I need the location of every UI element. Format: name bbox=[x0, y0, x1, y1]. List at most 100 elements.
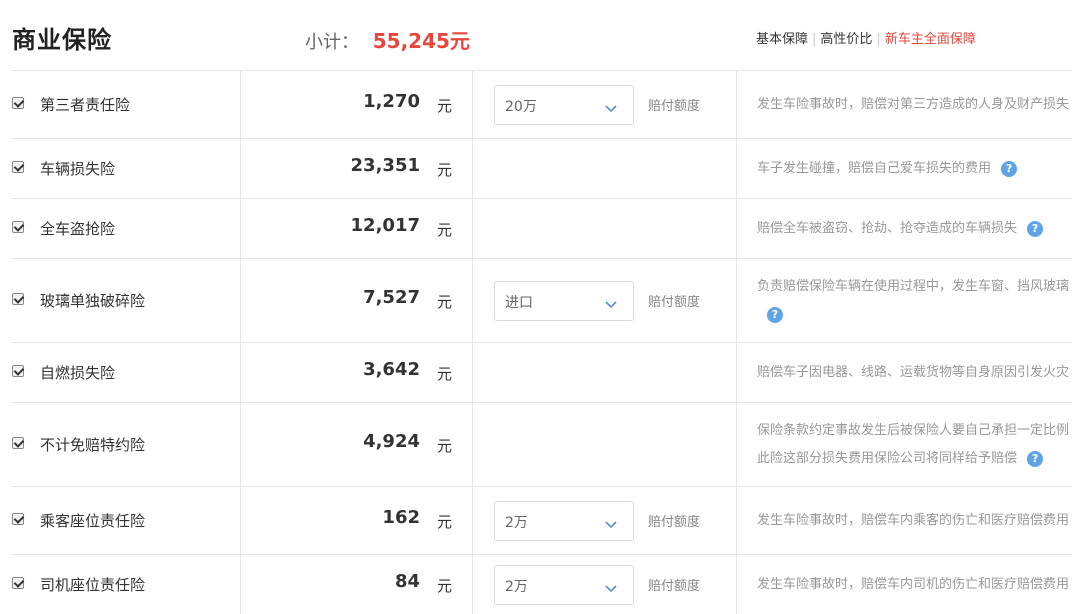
description-cell: 车子发生碰撞，赔偿自己爱车损失的费用? bbox=[737, 139, 1072, 198]
description-text: 发生车险事故时，赔偿车内司机的伤亡和医疗赔偿费用 bbox=[757, 577, 1070, 592]
checked-checkbox-icon[interactable] bbox=[12, 513, 24, 525]
link-separator: | bbox=[812, 32, 817, 47]
description-cell: 发生车险事故时，赔偿车内司机的伤亡和医疗赔偿费用 bbox=[737, 555, 1072, 614]
premium-unit: 元 bbox=[436, 513, 452, 531]
premium-unit: 元 bbox=[436, 365, 452, 383]
checked-checkbox-icon[interactable] bbox=[12, 437, 24, 449]
question-mark-icon[interactable]: ? bbox=[1027, 220, 1044, 237]
coverage-amount-select[interactable]: 20万 bbox=[494, 85, 634, 125]
option-cell bbox=[473, 199, 737, 258]
description-text: 此险这部分损失费用保险公司将同样给予赔偿 bbox=[757, 451, 1018, 466]
checked-checkbox-icon[interactable] bbox=[12, 97, 24, 109]
premium-cell: 84 元 bbox=[241, 555, 473, 614]
description-cell: 发生车险事故时，赔偿对第三方造成的人身及财产损失 bbox=[737, 71, 1072, 138]
table-row: 不计免赔特约险 4,924 元 保险条款约定事故发生后被保险人要自己承担一定比例 此险这… bbox=[12, 403, 1072, 487]
coverage-name: 第三者责任险 bbox=[40, 96, 131, 114]
coverage-description: 发生车险事故时，赔偿车内司机的伤亡和医疗赔偿费用 bbox=[757, 571, 1069, 599]
select-value: 20万 bbox=[505, 99, 537, 115]
premium-unit: 元 bbox=[436, 293, 452, 311]
description-text: 赔偿全车被盗窃、抢劫、抢夺造成的车辆损失 bbox=[757, 221, 1018, 236]
option-cell: 20万 赔付额度 bbox=[473, 71, 737, 138]
coverage-description: 发生车险事故时，赔偿对第三方造成的人身及财产损失 bbox=[757, 91, 1069, 119]
option-cell bbox=[473, 343, 737, 402]
option-label: 赔付额度 bbox=[648, 515, 701, 530]
coverage-name: 乘客座位责任险 bbox=[40, 512, 146, 530]
option-cell: 进口 赔付额度 bbox=[473, 259, 737, 342]
premium-unit: 元 bbox=[436, 577, 452, 595]
premium-value: 3,642 bbox=[363, 359, 420, 380]
table-row: 车辆损失险 23,351 元 车子发生碰撞，赔偿自己爱车损失的费用? bbox=[12, 139, 1072, 199]
coverage-description: 赔偿车子因电器、线路、运载货物等自身原因引发火灾 bbox=[757, 359, 1069, 387]
premium-value: 23,351 bbox=[350, 155, 420, 176]
option-cell bbox=[473, 139, 737, 198]
option-cell: 2万 赔付额度 bbox=[473, 555, 737, 614]
link-separator: | bbox=[876, 32, 881, 47]
coverage-description: 负责赔偿保险车辆在使用过程中，发生车窗、挡风玻璃 bbox=[757, 273, 1069, 301]
coverage-name-cell: 玻璃单独破碎险 bbox=[12, 259, 241, 342]
premium-cell: 4,924 元 bbox=[241, 403, 473, 486]
question-mark-icon[interactable]: ? bbox=[767, 306, 783, 323]
coverage-name: 全车盗抢险 bbox=[40, 220, 116, 238]
description-cell: 发生车险事故时，赔偿车内乘客的伤亡和医疗赔偿费用 bbox=[737, 487, 1072, 554]
checked-checkbox-icon[interactable] bbox=[12, 221, 24, 233]
section-title: 商业保险 bbox=[12, 26, 112, 54]
coverage-name-cell: 司机座位责任险 bbox=[12, 555, 241, 614]
table-row: 司机座位责任险 84 元 2万 赔付额度 发生车险事故时，赔偿车内司机的伤亡和医疗赔偿费用 bbox=[12, 555, 1072, 614]
premium-value: 7,527 bbox=[363, 287, 420, 308]
chevron-down-icon bbox=[605, 295, 617, 309]
checked-checkbox-icon[interactable] bbox=[12, 577, 24, 589]
description-text: 保险条款约定事故发生后被保险人要自己承担一定比例 bbox=[757, 423, 1070, 438]
coverage-description: 保险条款约定事故发生后被保险人要自己承担一定比例 bbox=[757, 417, 1069, 445]
premium-cell: 23,351 元 bbox=[241, 139, 473, 198]
premium-cell: 162 元 bbox=[241, 487, 473, 554]
coverage-name-cell: 车辆损失险 bbox=[12, 139, 241, 198]
premium-unit: 元 bbox=[436, 437, 452, 455]
table-row: 乘客座位责任险 162 元 2万 赔付额度 发生车险事故时，赔偿车内乘客的伤亡和医疗赔偿费… bbox=[12, 487, 1072, 555]
subtotal: 小计： 55,245元 bbox=[305, 25, 470, 54]
option-cell: 2万 赔付额度 bbox=[473, 487, 737, 554]
insurance-table: 第三者责任险 1,270 元 20万 赔付额度 发生车险事故时，赔偿对第三方造成的人身及财… bbox=[12, 70, 1072, 614]
coverage-name-cell: 自燃损失险 bbox=[12, 343, 241, 402]
checked-checkbox-icon[interactable] bbox=[12, 293, 24, 305]
checked-checkbox-icon[interactable] bbox=[12, 161, 24, 173]
coverage-amount-select[interactable]: 2万 bbox=[494, 565, 634, 605]
coverage-description: 赔偿全车被盗窃、抢劫、抢夺造成的车辆损失? bbox=[757, 215, 1044, 243]
table-row: 自燃损失险 3,642 元 赔偿车子因电器、线路、运载货物等自身原因引发火灾 bbox=[12, 343, 1072, 403]
premium-cell: 3,642 元 bbox=[241, 343, 473, 402]
subtotal-value: 55,245元 bbox=[372, 29, 470, 53]
premium-cell: 1,270 元 bbox=[241, 71, 473, 138]
select-value: 2万 bbox=[505, 515, 528, 531]
preset-link-value[interactable]: 高性价比 bbox=[820, 32, 872, 47]
coverage-name: 司机座位责任险 bbox=[40, 576, 146, 594]
section-header: 商业保险 小计： 55,245元 基本保障 | 高性价比 | 新车主全面保障 bbox=[0, 0, 1072, 70]
coverage-amount-select[interactable]: 2万 bbox=[494, 501, 634, 541]
coverage-name: 自燃损失险 bbox=[40, 364, 116, 382]
coverage-name: 玻璃单独破碎险 bbox=[40, 292, 146, 310]
checked-checkbox-icon[interactable] bbox=[12, 365, 24, 377]
description-cell: 保险条款约定事故发生后被保险人要自己承担一定比例 此险这部分损失费用保险公司将同样… bbox=[737, 403, 1072, 486]
premium-unit: 元 bbox=[436, 97, 452, 115]
question-mark-icon[interactable]: ? bbox=[1027, 450, 1044, 467]
premium-value: 162 bbox=[382, 507, 420, 528]
coverage-description: ? bbox=[757, 301, 783, 329]
option-label: 赔付额度 bbox=[648, 295, 701, 310]
preset-link-basic[interactable]: 基本保障 bbox=[756, 32, 808, 47]
description-text: 车子发生碰撞，赔偿自己爱车损失的费用 bbox=[757, 161, 992, 176]
coverage-amount-select[interactable]: 进口 bbox=[494, 281, 634, 321]
premium-cell: 7,527 元 bbox=[241, 259, 473, 342]
description-text: 发生车险事故时，赔偿车内乘客的伤亡和医疗赔偿费用 bbox=[757, 513, 1070, 528]
premium-unit: 元 bbox=[436, 221, 452, 239]
question-mark-icon[interactable]: ? bbox=[1001, 160, 1018, 177]
table-row: 全车盗抢险 12,017 元 赔偿全车被盗窃、抢劫、抢夺造成的车辆损失? bbox=[12, 199, 1072, 259]
description-text: 发生车险事故时，赔偿对第三方造成的人身及财产损失 bbox=[757, 97, 1070, 112]
table-row: 第三者责任险 1,270 元 20万 赔付额度 发生车险事故时，赔偿对第三方造成的人身及财… bbox=[12, 71, 1072, 139]
coverage-description: 车子发生碰撞，赔偿自己爱车损失的费用? bbox=[757, 155, 1018, 183]
coverage-name-cell: 不计免赔特约险 bbox=[12, 403, 241, 486]
coverage-name: 不计免赔特约险 bbox=[40, 436, 146, 454]
coverage-description: 此险这部分损失费用保险公司将同样给予赔偿? bbox=[757, 445, 1044, 473]
description-text: 赔偿车子因电器、线路、运载货物等自身原因引发火灾 bbox=[757, 365, 1070, 380]
preset-link-full[interactable]: 新车主全面保障 bbox=[885, 32, 976, 47]
preset-links: 基本保障 | 高性价比 | 新车主全面保障 bbox=[756, 28, 976, 47]
chevron-down-icon bbox=[605, 579, 617, 593]
premium-cell: 12,017 元 bbox=[241, 199, 473, 258]
